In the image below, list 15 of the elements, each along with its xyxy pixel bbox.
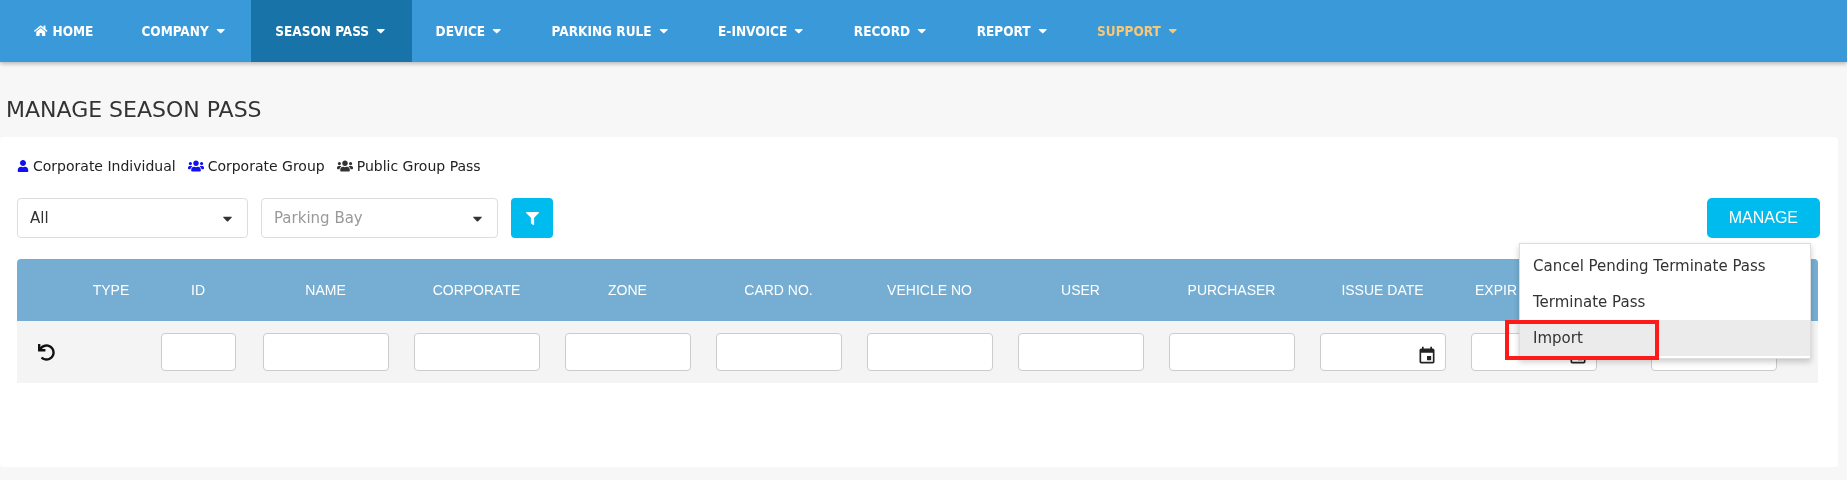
column-header: CORPORATE bbox=[431, 282, 522, 298]
column-header: EXPIR bbox=[1474, 282, 1518, 298]
column-header: ID bbox=[190, 282, 206, 298]
column-header: NAME bbox=[304, 282, 347, 298]
legend-label: Public Group Pass bbox=[356, 158, 481, 174]
column-header: ISSUE DATE bbox=[1340, 282, 1425, 298]
column-header: USER bbox=[1060, 282, 1101, 298]
column-header: PURCHASER bbox=[1186, 282, 1277, 298]
column-header: VEHICLE NO bbox=[886, 282, 973, 298]
column-header: ZONE bbox=[607, 282, 648, 298]
legend-label: Corporate Individual bbox=[33, 158, 176, 174]
legend-label: Corporate Group bbox=[207, 158, 325, 174]
page-title: MANAGE SEASON PASS bbox=[5, 96, 263, 124]
column-header: CARD NO. bbox=[743, 282, 814, 298]
column-header: TYPE bbox=[91, 282, 131, 298]
